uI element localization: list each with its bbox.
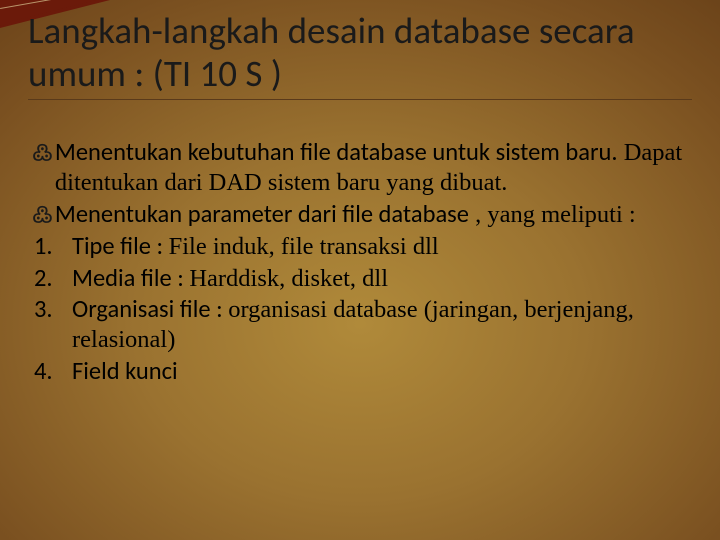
numbered-item: 4. Field kunci [32,357,692,387]
text-serif: File induk, file transaksi dll [169,233,439,260]
item-number: 3. [34,295,72,325]
text-sans: Menentukan parameter dari file database [55,199,469,229]
slide-container: Langkah-langkah desain database secara u… [0,0,720,540]
bullet-text: Menentukan parameter dari file database … [55,200,692,230]
text-serif: Harddisk, disket, dll [189,265,388,292]
bullet-item: ߷ Menentukan parameter dari file databas… [32,200,692,230]
numbered-text: Tipe file : File induk, file transaksi d… [72,232,692,262]
text-sans: Menentukan kebutuhan file database untuk… [55,137,618,167]
text-serif: , yang meliputi : [469,201,636,228]
bullet-glyph-icon: ߷ [32,140,53,167]
slide-title: Langkah-langkah desain database secara u… [28,10,692,95]
numbered-text: Media file : Harddisk, disket, dll [72,264,692,294]
bullet-item: ߷ Menentukan kebutuhan file database unt… [32,138,692,198]
numbered-text: Organisasi file : organisasi database (j… [72,295,692,355]
slide-body: ߷ Menentukan kebutuhan file database unt… [28,138,692,387]
item-number: 2. [34,264,72,294]
text-sans: Field kunci [72,356,178,386]
numbered-text: Field kunci [72,357,692,387]
title-underline [28,99,692,100]
numbered-item: 2. Media file : Harddisk, disket, dll [32,264,692,294]
item-number: 4. [34,357,72,387]
bullet-glyph-icon: ߷ [32,202,53,229]
text-sans: Media file : [72,263,189,293]
numbered-item: 3. Organisasi file : organisasi database… [32,295,692,355]
text-sans: Tipe file : [72,231,169,261]
numbered-item: 1. Tipe file : File induk, file transaks… [32,232,692,262]
bullet-text: Menentukan kebutuhan file database untuk… [55,138,692,198]
item-number: 1. [34,232,72,262]
text-sans: Organisasi file : [72,294,228,324]
